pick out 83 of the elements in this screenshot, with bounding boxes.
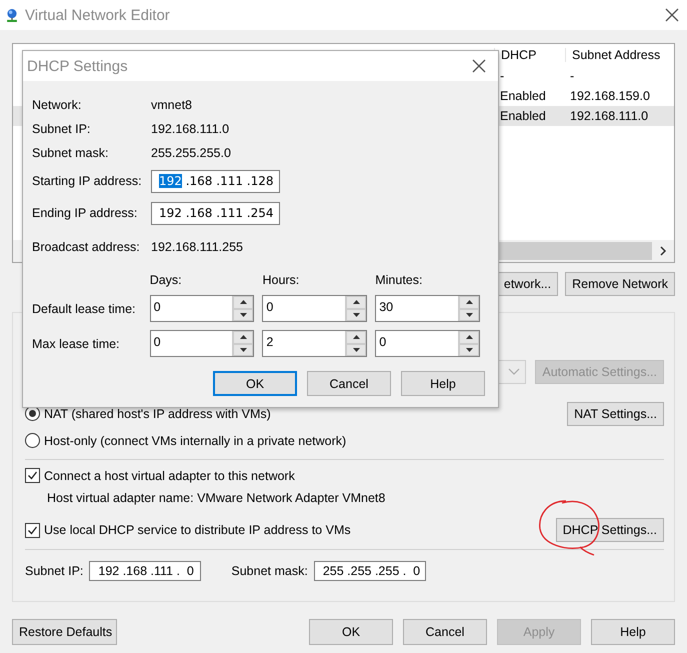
up-arrow-icon bbox=[238, 299, 248, 306]
field-label: Ending IP address: bbox=[32, 206, 138, 220]
table-cell-text: 192.168.159.0 bbox=[569, 89, 651, 103]
spin-box[interactable]: 0 bbox=[375, 330, 480, 357]
field-value: 255.255.255.0 bbox=[151, 146, 231, 160]
dialog-button[interactable]: Restore Defaults bbox=[12, 619, 117, 645]
spin-up-button[interactable] bbox=[459, 331, 480, 344]
checkbox-label: Use local DHCP service to distribute IP address to VMs bbox=[44, 523, 351, 537]
spin-down-button[interactable] bbox=[459, 308, 480, 321]
spin-up-button[interactable] bbox=[346, 296, 366, 308]
dialog-button[interactable]: Cancel bbox=[307, 371, 391, 396]
down-arrow-icon bbox=[464, 312, 474, 318]
checkbox[interactable] bbox=[25, 522, 40, 538]
network-button[interactable]: Remove Network bbox=[565, 272, 675, 296]
down-arrow-icon bbox=[464, 346, 474, 353]
ip-field[interactable]: 192 .168 .111 .254 bbox=[151, 202, 280, 224]
down-arrow-icon bbox=[238, 346, 248, 353]
spin-down-button[interactable] bbox=[233, 308, 254, 321]
radio-button[interactable] bbox=[25, 433, 40, 448]
up-arrow-icon bbox=[352, 334, 361, 340]
dialog-button[interactable]: Help bbox=[591, 619, 675, 645]
field-label: Subnet mask: bbox=[32, 146, 110, 160]
caret-icon bbox=[508, 368, 520, 376]
ip-field[interactable]: 192 .168 .111 . 0 bbox=[89, 561, 202, 581]
field-label: Starting IP address: bbox=[32, 174, 143, 188]
spin-up-button[interactable] bbox=[346, 331, 366, 344]
spin-box[interactable]: 0 bbox=[262, 295, 368, 322]
globe-icon bbox=[5, 8, 19, 22]
field-label: Subnet mask: bbox=[231, 564, 308, 578]
radio-label: Host-only (connect VMs internally in a private network) bbox=[44, 434, 346, 448]
table-cell-text: - bbox=[569, 69, 576, 83]
ip-field[interactable]: 255 .255 .255 . 0 bbox=[314, 561, 426, 581]
table-cell-text: - bbox=[499, 69, 506, 83]
up-arrow-icon bbox=[238, 334, 248, 340]
field-value: 192.168.111.255 bbox=[151, 240, 243, 254]
nat-settings-button[interactable]: NAT Settings... bbox=[567, 402, 664, 426]
spin-up-button[interactable] bbox=[233, 331, 254, 344]
table-cell-text: Enabled bbox=[499, 109, 547, 123]
spin-down-button[interactable] bbox=[459, 344, 480, 356]
field-value: 192.168.111.0 bbox=[151, 122, 230, 136]
dialog-button[interactable]: OK bbox=[213, 371, 297, 396]
field-label: Subnet IP: bbox=[32, 122, 92, 136]
close-icon bbox=[472, 59, 486, 73]
field-label: Network: bbox=[32, 98, 82, 112]
column-header: Subnet Address bbox=[565, 48, 668, 62]
close-icon bbox=[665, 8, 679, 22]
dialog-button[interactable]: OK bbox=[309, 619, 393, 645]
column-label: Days: bbox=[150, 273, 183, 289]
field-label: Max lease time: bbox=[32, 336, 121, 350]
spin-up-button[interactable] bbox=[233, 296, 254, 308]
spin-up-button[interactable] bbox=[459, 296, 480, 308]
spin-box[interactable]: 0 bbox=[150, 330, 254, 357]
ip-field[interactable]: 192 .168 .111 .128 bbox=[151, 170, 280, 192]
up-arrow-icon bbox=[352, 299, 361, 306]
window-title: Virtual Network Editor bbox=[25, 6, 171, 24]
network-button[interactable]: etwork... bbox=[496, 272, 558, 296]
down-arrow-icon bbox=[352, 312, 361, 318]
radio-label: NAT (shared host's IP address with VMs) bbox=[44, 406, 271, 420]
checkbox-label: Connect a host virtual adapter to this network bbox=[44, 468, 295, 482]
dialog-title: DHCP Settings bbox=[27, 58, 128, 74]
field-label: Default lease time: bbox=[32, 302, 137, 316]
table-cell-text: Enabled bbox=[499, 89, 547, 103]
field-value: vmnet8 bbox=[151, 98, 192, 112]
spin-down-button[interactable] bbox=[346, 344, 366, 356]
up-arrow-icon bbox=[464, 299, 474, 306]
column-label: Minutes: bbox=[375, 273, 424, 289]
up-arrow-icon bbox=[464, 334, 474, 340]
spin-box[interactable]: 2 bbox=[262, 330, 368, 357]
spin-box[interactable]: 0 bbox=[150, 295, 254, 322]
down-arrow-icon bbox=[238, 312, 248, 318]
dhcp-settings-button[interactable]: DHCP Settings... bbox=[556, 518, 664, 542]
table-cell-text: 192.168.111.0 bbox=[569, 109, 650, 123]
field-label: Broadcast address: bbox=[32, 240, 141, 254]
adapter-name-text: Host virtual adapter name: VMware Network Adapter VMnet8 bbox=[46, 491, 386, 507]
field-label: Subnet IP: bbox=[25, 564, 84, 578]
column-label: Hours: bbox=[262, 273, 300, 289]
checkbox[interactable] bbox=[25, 468, 40, 483]
down-arrow-icon bbox=[352, 346, 361, 353]
spin-down-button[interactable] bbox=[233, 344, 254, 356]
spin-box[interactable]: 30 bbox=[375, 295, 480, 322]
dialog-button[interactable]: Cancel bbox=[403, 619, 487, 645]
dialog-button[interactable]: Help bbox=[401, 371, 485, 396]
spin-down-button[interactable] bbox=[346, 308, 366, 321]
